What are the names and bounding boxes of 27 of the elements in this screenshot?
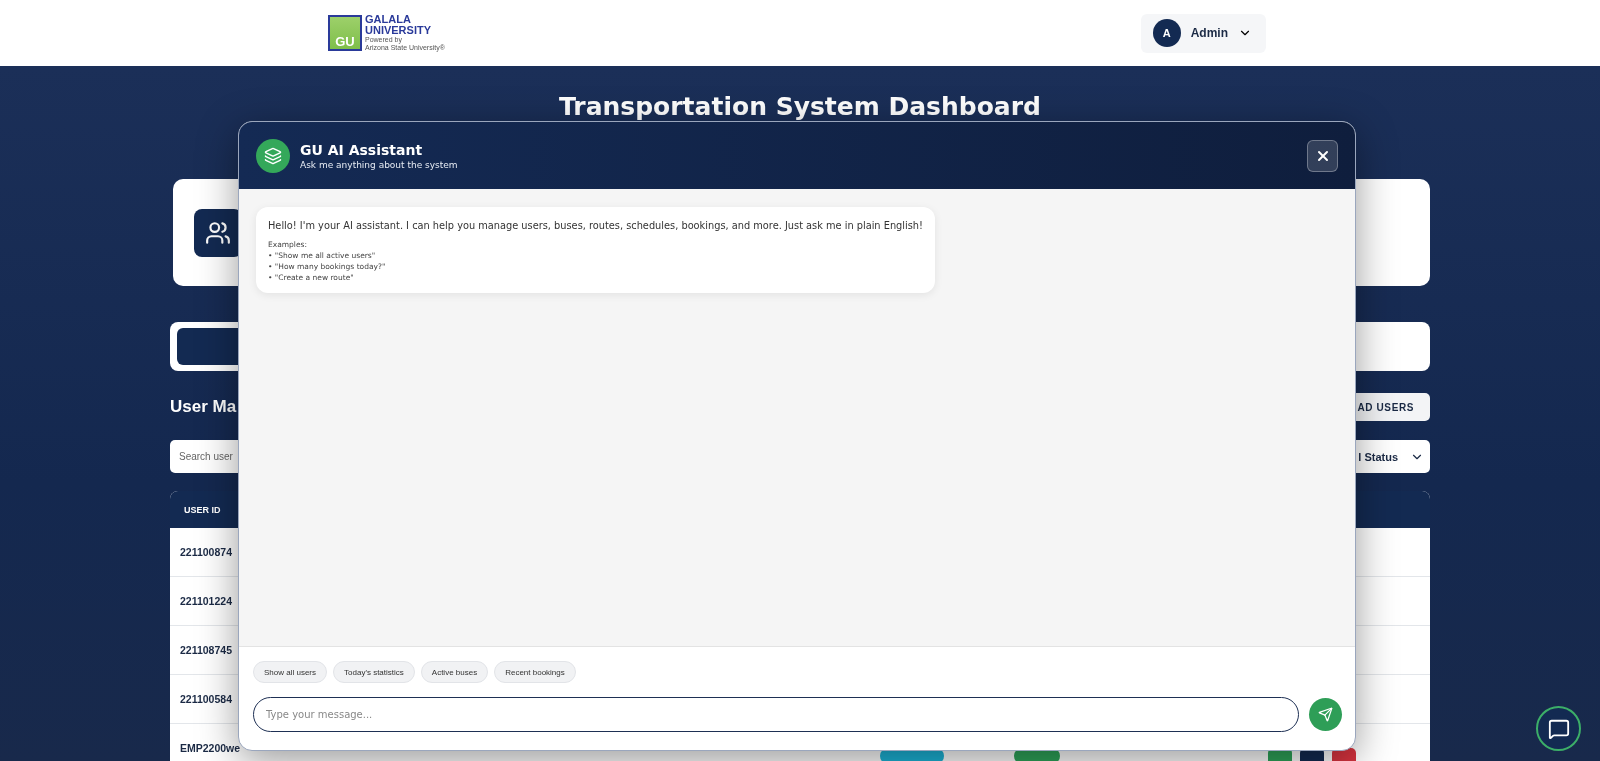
table-cell-text: 221101224	[180, 595, 233, 607]
dialog-subtitle: Ask me anything about the system	[300, 159, 459, 170]
chat-bubble-icon	[1547, 717, 1570, 740]
send-icon	[1318, 707, 1333, 722]
table-cell-text: EMP2200we	[180, 742, 242, 754]
suggestion-chip[interactable]: Active buses	[420, 661, 489, 683]
table-cell-text: 221100874	[180, 546, 233, 558]
column-header: USER ID	[184, 504, 221, 515]
close-button[interactable]	[1307, 139, 1338, 172]
send-button[interactable]	[1309, 698, 1342, 731]
user-name: Admin	[1190, 26, 1228, 40]
logo-mark: GU	[328, 15, 362, 51]
section-title: User Ma	[170, 397, 237, 417]
page-title: Transportation System Dashboard	[559, 92, 1041, 121]
suggestion-chip[interactable]: Show all users	[253, 661, 328, 683]
layers-icon	[256, 138, 290, 173]
message-text: Hello! I'm your AI assistant. I can help you manage users, buses, routes, schedules, bookings, and more. Just ask me in plain English!	[268, 219, 923, 233]
message-input[interactable]: Type your message...	[253, 697, 1299, 732]
logo-text: GALALA	[365, 14, 412, 25]
user-avatar: A	[1152, 19, 1181, 47]
table-cell-text: 221100584	[180, 693, 233, 705]
table-cell-text: 221108745	[180, 644, 233, 656]
dialog-title: GU AI Assistant	[300, 141, 424, 158]
logo-text: UNIVERSITY	[365, 25, 432, 36]
user-menu-button[interactable]: A Admin	[1140, 13, 1266, 53]
suggestion-chip[interactable]: Recent bookings	[494, 661, 576, 683]
suggestion-chip[interactable]: Today's statistics	[333, 661, 415, 683]
